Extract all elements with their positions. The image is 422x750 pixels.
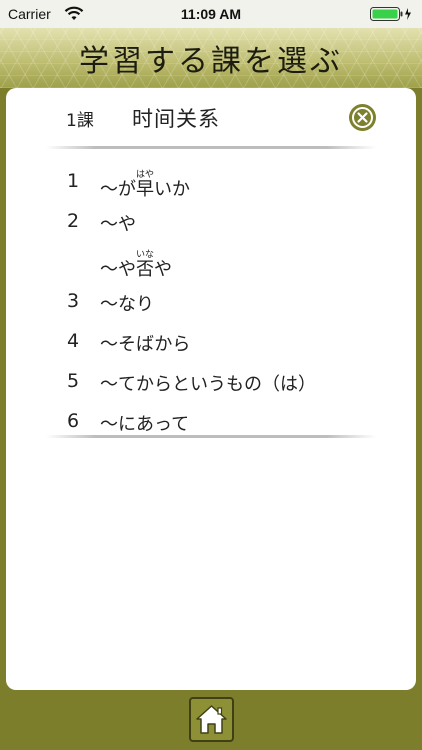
- list-item[interactable]: 2 〜や: [6, 204, 416, 238]
- home-button[interactable]: [189, 697, 234, 742]
- list-item[interactable]: 6 〜にあって: [6, 404, 416, 438]
- close-button[interactable]: [349, 104, 376, 131]
- status-time: 11:09 AM: [180, 6, 242, 22]
- list-item[interactable]: 5 〜てからというもの（は）: [6, 364, 416, 398]
- item-number: 3: [67, 290, 80, 312]
- item-text: 〜や否いなや: [100, 250, 172, 280]
- item-number: 2: [67, 210, 80, 232]
- header: 学習する課を選ぶ: [0, 28, 422, 88]
- status-bar: Carrier 11:09 AM: [0, 0, 422, 28]
- divider-top: [46, 146, 376, 149]
- lesson-title: 时间关系: [132, 107, 220, 131]
- lesson-number: 1課: [66, 111, 94, 131]
- list-item[interactable]: 3 〜なり: [6, 284, 416, 318]
- item-text: 〜にあって: [100, 414, 190, 435]
- item-number: 4: [67, 330, 80, 352]
- item-number: 1: [67, 170, 80, 192]
- list-item[interactable]: 〜や否いなや: [6, 244, 416, 280]
- divider-bottom: [46, 435, 376, 438]
- home-icon: [196, 705, 227, 734]
- item-text: 〜や: [100, 214, 136, 235]
- battery-full-icon: [370, 7, 411, 21]
- lesson-panel: 1課 时间关系 1 〜が早はやいか 2 〜や 〜や否いなや 3 〜なり 4 〜そ…: [6, 88, 416, 690]
- close-circle-icon: [352, 107, 373, 128]
- item-text: 〜なり: [100, 294, 154, 315]
- item-text: 〜が早はやいか: [100, 170, 190, 200]
- list-item[interactable]: 1 〜が早はやいか: [6, 164, 416, 200]
- page-title: 学習する課を選ぶ: [79, 44, 343, 79]
- item-text: 〜そばから: [100, 334, 191, 355]
- item-text: 〜てからというもの（は）: [100, 374, 316, 395]
- item-number: 5: [67, 370, 80, 392]
- item-number: 6: [67, 410, 80, 432]
- list-item[interactable]: 4 〜そばから: [6, 324, 416, 358]
